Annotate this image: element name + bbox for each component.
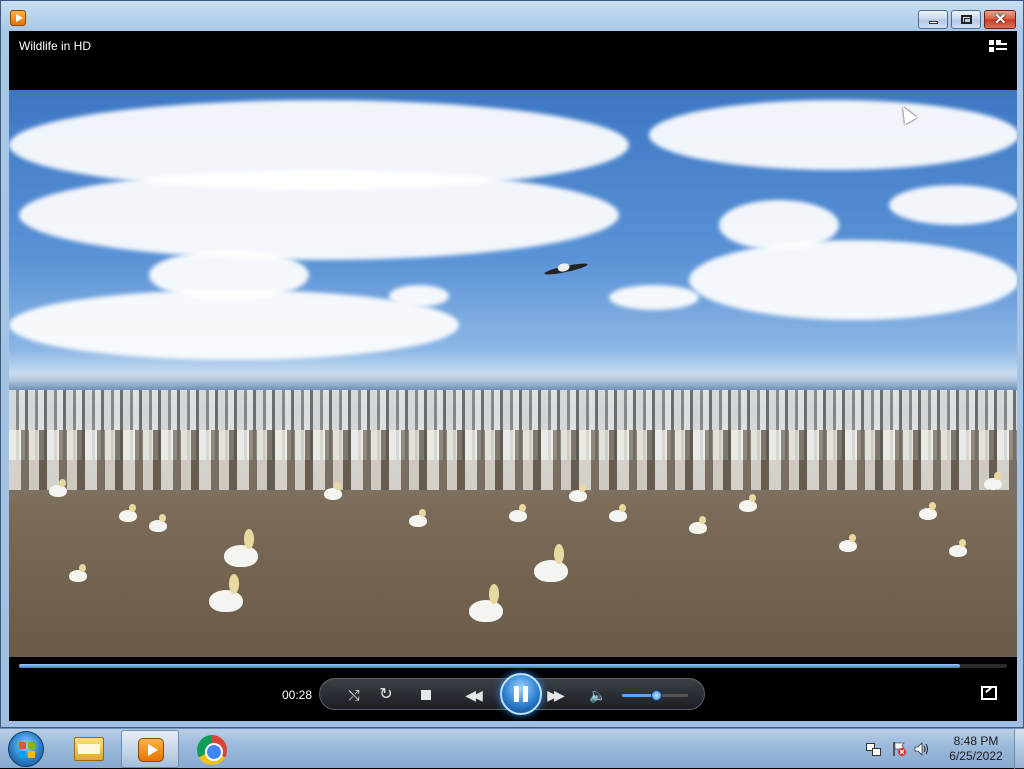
chrome-icon bbox=[197, 735, 227, 765]
cloud bbox=[889, 185, 1017, 225]
pause-icon bbox=[523, 686, 528, 702]
media-player-window: ✕ Wildlife in HD 00:28 ⤭ ↻ ◀◀ ▶▶ 🔈 bbox=[0, 0, 1024, 728]
start-orb-icon bbox=[19, 751, 26, 758]
taskbar-item-media-player[interactable] bbox=[121, 730, 179, 768]
cloud bbox=[689, 240, 1017, 320]
gannet bbox=[569, 484, 587, 502]
switch-to-library-button[interactable] bbox=[989, 40, 1007, 54]
media-player-icon bbox=[138, 738, 164, 762]
gannet bbox=[919, 502, 937, 520]
system-clock[interactable]: 8:48 PM 6/25/2022 bbox=[940, 734, 1012, 764]
close-icon: ✕ bbox=[994, 11, 1007, 28]
video-title: Wildlife in HD bbox=[19, 39, 92, 53]
gannet bbox=[149, 514, 167, 532]
title-bar[interactable]: ✕ bbox=[1, 1, 1023, 31]
seek-progress bbox=[19, 664, 960, 668]
previous-icon: ◀◀ bbox=[465, 687, 482, 703]
pause-button[interactable] bbox=[500, 673, 542, 715]
gannet bbox=[839, 534, 857, 552]
volume-slider[interactable] bbox=[622, 690, 688, 701]
start-orb-icon bbox=[28, 751, 35, 758]
clock-date: 6/25/2022 bbox=[949, 749, 1003, 763]
seek-bar[interactable] bbox=[19, 664, 1007, 668]
now-playing-area: Wildlife in HD 00:28 ⤭ ↻ ◀◀ ▶▶ 🔈 bbox=[9, 31, 1017, 721]
start-orb-icon bbox=[19, 742, 26, 749]
restore-button[interactable] bbox=[951, 10, 981, 29]
gannet bbox=[689, 516, 707, 534]
video-frame[interactable] bbox=[9, 90, 1017, 657]
stop-icon bbox=[421, 690, 431, 700]
gannet bbox=[409, 509, 427, 527]
gannet bbox=[69, 564, 87, 582]
clock-time: 8:48 PM bbox=[953, 734, 999, 748]
fullscreen-button[interactable] bbox=[981, 686, 997, 700]
cloud bbox=[389, 285, 449, 307]
gannet bbox=[119, 504, 137, 522]
repeat-button[interactable]: ↻ bbox=[376, 685, 396, 705]
start-orb-icon bbox=[28, 742, 35, 749]
restore-icon bbox=[961, 15, 972, 24]
pause-icon bbox=[514, 686, 519, 702]
gannet bbox=[209, 574, 243, 612]
gannet bbox=[609, 504, 627, 522]
shuffle-icon: ⤭ bbox=[348, 687, 360, 703]
elapsed-time: 00:28 bbox=[282, 688, 313, 702]
gannet bbox=[739, 494, 757, 512]
gannet bbox=[324, 482, 342, 500]
close-button[interactable]: ✕ bbox=[984, 10, 1016, 29]
gannet bbox=[984, 472, 1002, 490]
minimize-button[interactable] bbox=[918, 10, 948, 29]
taskbar-item-chrome[interactable] bbox=[183, 730, 241, 768]
next-button[interactable]: ▶▶ bbox=[540, 685, 568, 705]
action-center-flag-icon[interactable] bbox=[891, 741, 907, 757]
cloud bbox=[649, 100, 1017, 170]
playback-controls: ⤭ ↻ ◀◀ ▶▶ 🔈 bbox=[319, 673, 705, 715]
gannet bbox=[534, 544, 568, 582]
speaker-icon: 🔈 bbox=[589, 687, 607, 703]
gannet bbox=[949, 539, 967, 557]
previous-button[interactable]: ◀◀ bbox=[458, 685, 486, 705]
taskbar-item-explorer[interactable] bbox=[60, 730, 118, 768]
repeat-icon: ↻ bbox=[379, 686, 393, 703]
media-player-icon[interactable] bbox=[10, 10, 26, 26]
gannet bbox=[469, 584, 503, 622]
stop-button[interactable] bbox=[416, 685, 436, 705]
volume-thumb[interactable] bbox=[651, 690, 663, 701]
mute-button[interactable]: 🔈 bbox=[588, 685, 608, 705]
cloud bbox=[609, 285, 699, 310]
show-desktop-button[interactable] bbox=[1014, 729, 1024, 769]
start-button[interactable] bbox=[8, 731, 44, 767]
folder-icon bbox=[74, 737, 104, 761]
minimize-icon bbox=[929, 21, 938, 24]
gannet bbox=[509, 504, 527, 522]
gannet bbox=[49, 479, 67, 497]
taskbar: 8:48 PM 6/25/2022 bbox=[0, 728, 1024, 769]
network-icon[interactable] bbox=[866, 741, 882, 757]
flying-gull bbox=[543, 261, 589, 277]
gannet bbox=[224, 529, 258, 567]
shuffle-button[interactable]: ⤭ bbox=[344, 685, 364, 705]
bird-colony bbox=[9, 430, 1017, 490]
speaker-icon[interactable] bbox=[914, 741, 930, 757]
next-icon: ▶▶ bbox=[547, 687, 564, 703]
cloud bbox=[19, 170, 619, 260]
